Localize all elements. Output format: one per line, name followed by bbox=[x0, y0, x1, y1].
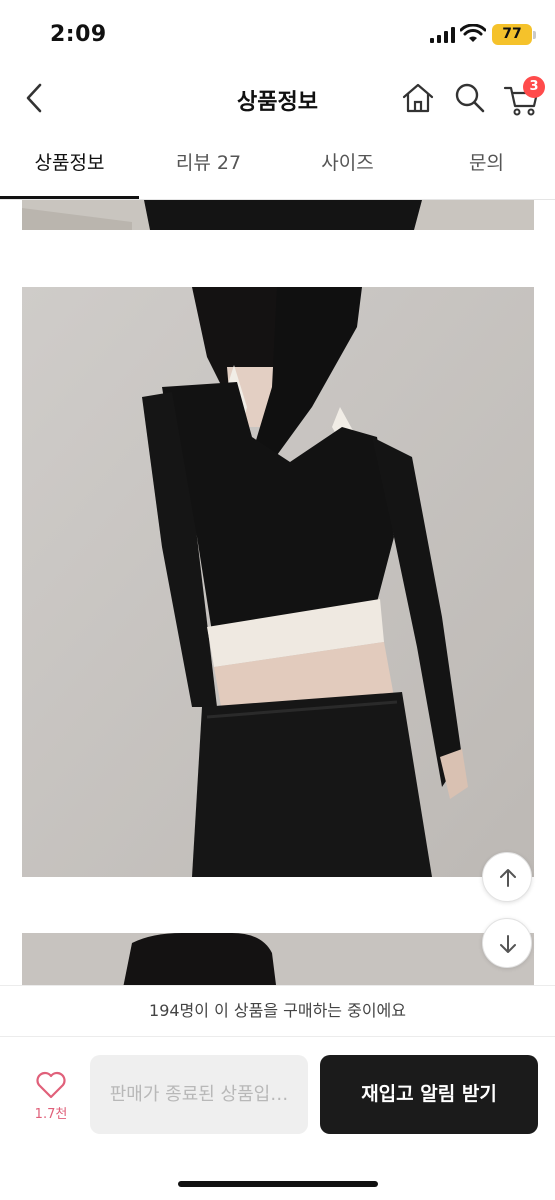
tab-inquiry[interactable]: 문의 bbox=[417, 132, 555, 200]
bottom-action-bar: 1.7천 판매가 종료된 상품입… 재입고 알림 받기 bbox=[0, 1037, 555, 1200]
product-image-next bbox=[22, 933, 534, 985]
restock-notify-button[interactable]: 재입고 알림 받기 bbox=[320, 1055, 538, 1134]
top-navigation: 상품정보 bbox=[0, 66, 555, 132]
wifi-icon bbox=[460, 24, 486, 42]
product-photo bbox=[22, 287, 534, 877]
arrow-down-icon bbox=[500, 935, 516, 953]
tab-product-info[interactable]: 상품정보 bbox=[0, 132, 139, 200]
cellular-signal-icon bbox=[430, 27, 455, 43]
buyers-notice: 194명이 이 상품을 구매하는 중이에요 bbox=[0, 985, 555, 1037]
battery-indicator: 77 bbox=[492, 24, 532, 45]
battery-tip bbox=[533, 31, 536, 39]
tab-size[interactable]: 사이즈 bbox=[278, 132, 417, 200]
wishlist-button[interactable]: 1.7천 bbox=[28, 1069, 74, 1129]
status-bar: 2:09 77 bbox=[0, 0, 555, 66]
scroll-up-button[interactable] bbox=[482, 852, 532, 902]
search-icon[interactable] bbox=[452, 80, 488, 116]
sold-out-button: 판매가 종료된 상품입… bbox=[90, 1055, 308, 1134]
tab-reviews[interactable]: 리뷰 27 bbox=[139, 132, 278, 200]
active-tab-indicator bbox=[0, 196, 139, 199]
product-detail-content[interactable] bbox=[0, 200, 555, 985]
status-time: 2:09 bbox=[50, 22, 107, 47]
cart-count-badge: 3 bbox=[523, 76, 545, 98]
heart-icon bbox=[36, 1071, 66, 1099]
wish-count: 1.7천 bbox=[34, 1107, 68, 1122]
arrow-up-icon bbox=[500, 869, 516, 887]
product-image-previous bbox=[22, 200, 534, 230]
home-indicator bbox=[178, 1181, 378, 1187]
product-tabs: 상품정보 리뷰 27 사이즈 문의 bbox=[0, 132, 555, 200]
home-icon[interactable] bbox=[400, 80, 436, 116]
scroll-down-button[interactable] bbox=[482, 918, 532, 968]
